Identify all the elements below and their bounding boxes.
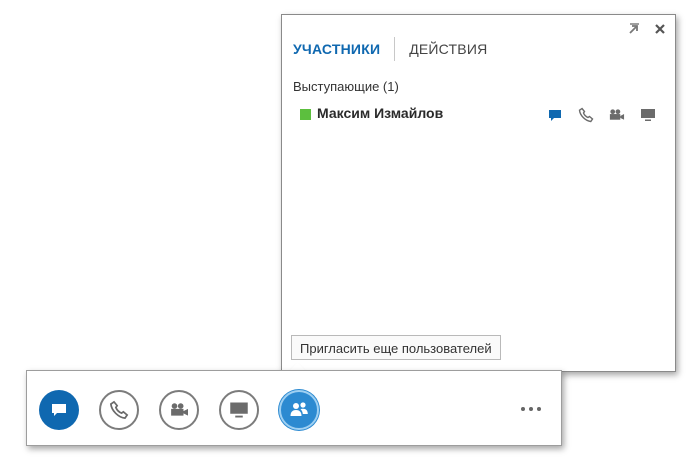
screen-share-icon[interactable] <box>639 106 656 123</box>
participant-row[interactable]: Максим Измайлов <box>300 104 662 126</box>
invite-more-people-button[interactable]: Пригласить еще пользователей <box>291 335 501 360</box>
participants-panel: УЧАСТНИКИ ДЕЙСТВИЯ Выступающие (1) Макси… <box>281 14 676 372</box>
participants-button[interactable] <box>279 390 319 430</box>
presence-indicator <box>300 109 311 120</box>
tab-participants[interactable]: УЧАСТНИКИ <box>293 41 380 57</box>
im-icon <box>52 404 66 416</box>
video-icon <box>171 403 188 416</box>
panel-tabs: УЧАСТНИКИ ДЕЙСТВИЯ <box>293 37 487 61</box>
screen-share-icon <box>230 402 248 418</box>
tab-divider <box>394 37 396 61</box>
im-button[interactable] <box>39 390 79 430</box>
call-button[interactable] <box>99 390 139 430</box>
tab-actions[interactable]: ДЕЙСТВИЯ <box>409 41 487 57</box>
dot <box>529 407 533 411</box>
participant-name: Максим Измайлов <box>317 105 444 121</box>
more-options-icon[interactable] <box>521 404 549 414</box>
im-icon[interactable] <box>546 106 563 123</box>
participant-modalities <box>546 106 656 123</box>
video-button[interactable] <box>159 390 199 430</box>
conversation-toolbar <box>26 370 562 446</box>
present-button[interactable] <box>219 390 259 430</box>
phone-icon[interactable] <box>577 106 594 123</box>
video-icon[interactable] <box>608 106 625 123</box>
popout-icon[interactable] <box>626 21 642 37</box>
dot <box>537 407 541 411</box>
presenters-group-title[interactable]: Выступающие (1) <box>293 79 399 94</box>
close-icon[interactable] <box>652 21 668 37</box>
phone-icon <box>109 400 129 420</box>
people-icon <box>290 402 308 416</box>
dot <box>521 407 525 411</box>
